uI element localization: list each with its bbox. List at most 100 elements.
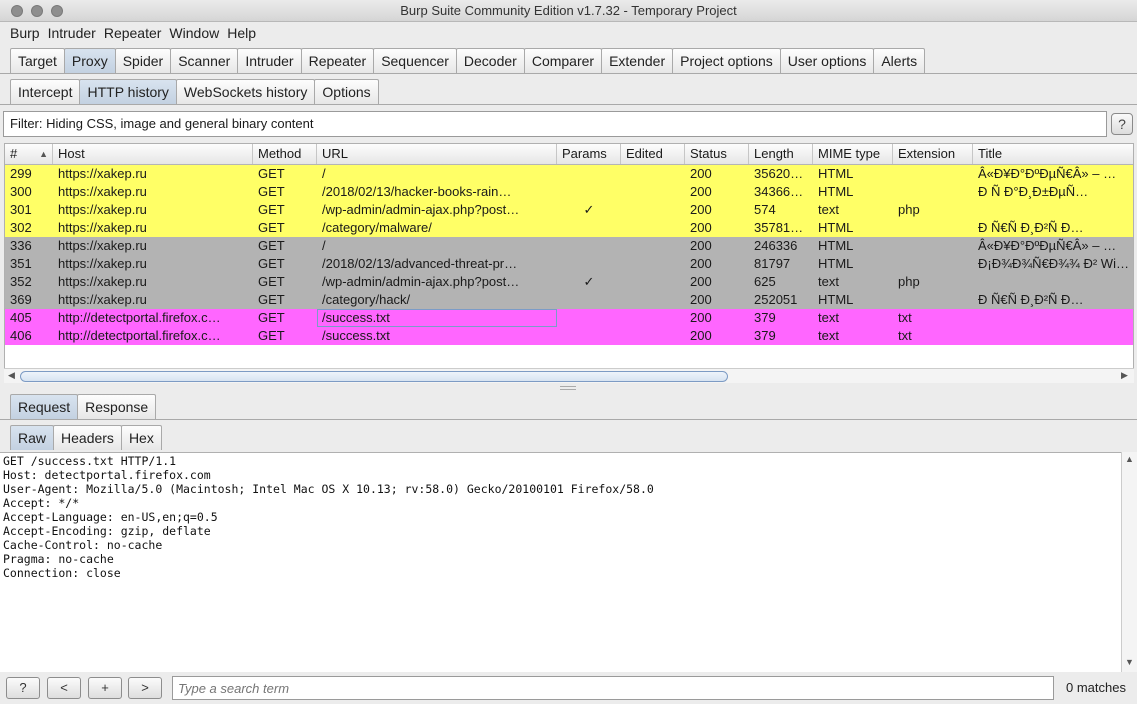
column-header-method[interactable]: Method: [253, 144, 317, 164]
scrollbar-thumb[interactable]: [20, 371, 728, 382]
cell-extension: [893, 255, 973, 273]
tab-spider[interactable]: Spider: [114, 48, 172, 73]
column-header-length[interactable]: Length: [749, 144, 813, 164]
table-horizontal-scrollbar[interactable]: ◀ ▶: [4, 368, 1134, 383]
request-editor[interactable]: GET /success.txt HTTP/1.1 Host: detectpo…: [0, 452, 1121, 672]
cell-number: 351: [10, 256, 32, 271]
table-body: 299 https://xakep.ru GET / 200 35620… HTML Â«Ð¥…: [5, 165, 1133, 345]
cell-edited: [621, 183, 685, 201]
tab-proxy[interactable]: Proxy: [63, 48, 116, 73]
cell-params: [557, 291, 621, 309]
cell-length: 34366…: [754, 184, 804, 199]
cell-host: http://detectportal.firefox.c…: [58, 310, 221, 325]
column-header-mime-type[interactable]: MIME type: [813, 144, 893, 164]
table-row[interactable]: 352 https://xakep.ru GET/wp-admin/admin-aj…: [5, 273, 1133, 291]
tab-user-options[interactable]: User options: [779, 48, 875, 73]
table-row[interactable]: 302 https://xakep.ru GET/category/malware/…: [5, 219, 1133, 237]
menu-help[interactable]: Help: [223, 22, 260, 44]
cell-edited: [621, 255, 685, 273]
request-header-host: Host: detectportal.firefox.com: [3, 468, 211, 482]
match-count: 0 matches: [1066, 680, 1126, 695]
column-header-host[interactable]: Host: [53, 144, 253, 164]
cell-mime-type: HTML: [818, 220, 854, 235]
menu-repeater[interactable]: Repeater: [100, 22, 166, 44]
table-row[interactable]: 351 https://xakep.ru GET/2018/02/13/advanc…: [5, 255, 1133, 273]
table-row[interactable]: 406 http://detectportal.firefox.c… GET/suc…: [5, 327, 1133, 345]
table-row[interactable]: 301 https://xakep.ru GET/wp-admin/admin-aj…: [5, 201, 1133, 219]
tab-intruder[interactable]: Intruder: [237, 48, 302, 73]
tab-project-options[interactable]: Project options: [672, 48, 781, 73]
tab-request[interactable]: Request: [10, 394, 79, 419]
tab-repeater[interactable]: Repeater: [300, 48, 375, 73]
table-row[interactable]: 369 https://xakep.ru GET/category/hack/200…: [5, 291, 1133, 309]
tab-raw[interactable]: Raw: [10, 425, 55, 450]
table-row[interactable]: 336 https://xakep.ru GET / 200 246336 HTML Â«Ð¥…: [5, 237, 1133, 255]
tab-scanner[interactable]: Scanner: [170, 48, 239, 73]
cell-method: GET: [258, 328, 285, 343]
column-header-title[interactable]: Title: [973, 144, 1133, 164]
add-search-button[interactable]: +: [88, 677, 122, 699]
close-window-button[interactable]: [11, 5, 23, 17]
cell-extension: php: [898, 202, 920, 217]
search-help-button[interactable]: ?: [6, 677, 40, 699]
cell-params: [557, 219, 621, 237]
column-header-status[interactable]: Status: [685, 144, 749, 164]
cell-params: [557, 327, 621, 345]
cell-status: 200: [690, 328, 712, 343]
request-header-accept: Accept: */*: [3, 496, 80, 510]
tab-intercept[interactable]: Intercept: [10, 79, 81, 104]
tab-http-history[interactable]: HTTP history: [79, 79, 177, 104]
search-input[interactable]: [172, 676, 1054, 700]
previous-match-button[interactable]: <: [47, 677, 81, 699]
filter-help-button[interactable]: ?: [1111, 113, 1133, 135]
tab-websockets-history[interactable]: WebSockets history: [175, 79, 316, 104]
proxy-tab-divider: [0, 104, 1137, 105]
menu-window[interactable]: Window: [165, 22, 223, 44]
cell-title: Ð Ñ€Ñ Ð¸Ð²Ñ Ð…: [978, 292, 1084, 307]
tab-comparer[interactable]: Comparer: [523, 48, 603, 73]
cell-url: /2018/02/13/advanced-threat-pr…: [322, 256, 518, 271]
scroll-left-icon[interactable]: ◀: [8, 370, 15, 381]
scroll-right-icon[interactable]: ▶: [1121, 370, 1128, 381]
minimize-window-button[interactable]: [31, 5, 43, 17]
tab-response[interactable]: Response: [77, 394, 157, 419]
table-row[interactable]: 405 http://detectportal.firefox.c… GET/suc…: [5, 309, 1133, 327]
tab-target[interactable]: Target: [10, 48, 65, 73]
zoom-window-button[interactable]: [51, 5, 63, 17]
cell-length: 35620…: [754, 166, 804, 181]
editor-vertical-scrollbar[interactable]: ▲ ▼: [1121, 452, 1137, 672]
menu-burp[interactable]: Burp: [6, 22, 44, 44]
cell-url: /wp-admin/admin-ajax.php?post…: [322, 202, 520, 217]
main-tab-divider: [0, 73, 1137, 74]
menu-intruder[interactable]: Intruder: [44, 22, 100, 44]
column-header-url[interactable]: URL: [317, 144, 557, 164]
column-header-edited[interactable]: Edited: [621, 144, 685, 164]
tab-decoder[interactable]: Decoder: [455, 48, 525, 73]
tab-hex[interactable]: Hex: [120, 425, 162, 450]
cell-extension: [893, 183, 973, 201]
cell-method: GET: [258, 292, 285, 307]
table-row[interactable]: 299 https://xakep.ru GET / 200 35620… HTML Â«Ð¥…: [5, 165, 1133, 183]
tab-sequencer[interactable]: Sequencer: [373, 48, 457, 73]
tab-headers[interactable]: Headers: [53, 425, 122, 450]
pane-splitter[interactable]: [560, 386, 576, 390]
cell-status: 200: [690, 274, 712, 289]
cell-number: 352: [10, 274, 32, 289]
cell-mime-type: HTML: [818, 166, 854, 181]
column-header-number[interactable]: # ▲: [5, 144, 53, 164]
cell-length: 574: [754, 202, 776, 217]
next-match-button[interactable]: >: [128, 677, 162, 699]
column-header-extension[interactable]: Extension: [893, 144, 973, 164]
cell-extension: [893, 237, 973, 255]
scroll-up-icon[interactable]: ▲: [1125, 454, 1134, 464]
tab-options[interactable]: Options: [314, 79, 379, 104]
tab-alerts[interactable]: Alerts: [873, 48, 926, 73]
proxy-tab-bar: Intercept HTTP history WebSockets histor…: [0, 79, 379, 104]
column-header-params[interactable]: Params: [557, 144, 621, 164]
scroll-down-icon[interactable]: ▼: [1125, 657, 1134, 667]
table-row[interactable]: 300 https://xakep.ru GET/2018/02/13/hacker…: [5, 183, 1133, 201]
filter-bar[interactable]: Filter: Hiding CSS, image and general bi…: [3, 111, 1107, 137]
cell-edited: [621, 291, 685, 309]
cell-host: https://xakep.ru: [58, 220, 147, 235]
tab-extender[interactable]: Extender: [601, 48, 674, 73]
